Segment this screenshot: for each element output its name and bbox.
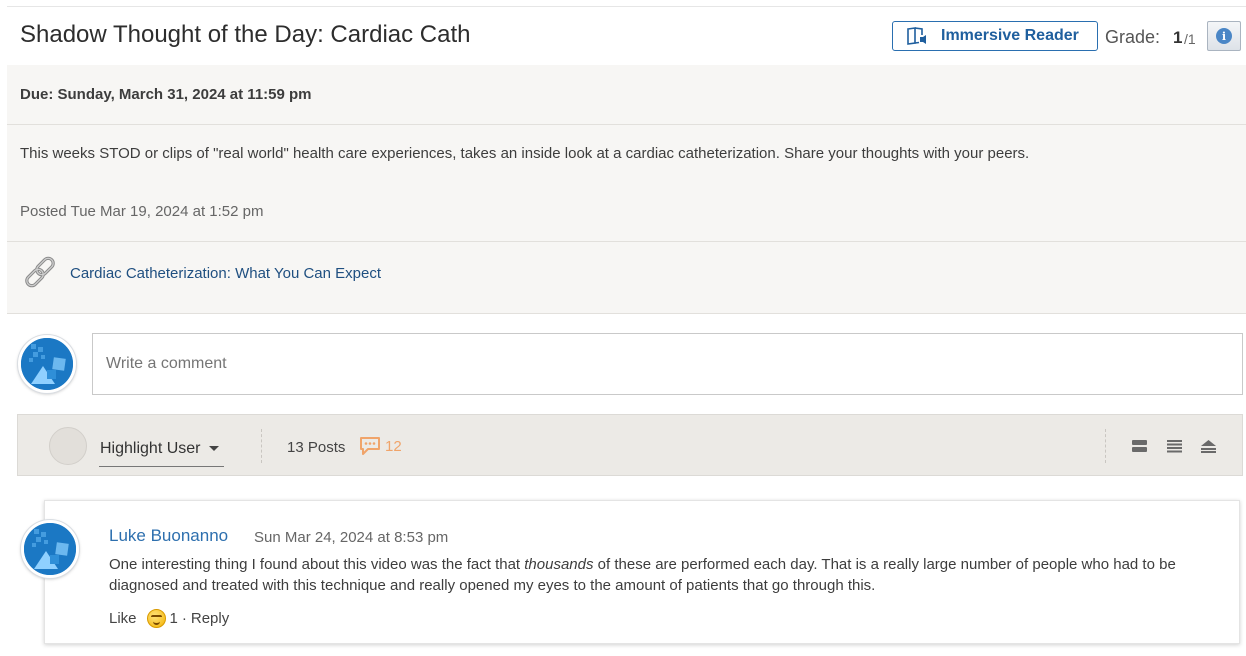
post-text: One interesting thing I found about this… bbox=[109, 556, 525, 573]
action-separator: · bbox=[181, 610, 187, 627]
unread-posts-button[interactable]: 12 bbox=[359, 436, 402, 456]
immersive-reader-icon bbox=[907, 27, 926, 45]
collapse-view-icon[interactable] bbox=[1201, 439, 1216, 453]
comment-input[interactable] bbox=[92, 333, 1243, 395]
grade-value: 1 bbox=[1173, 28, 1183, 47]
reaction-count: 1 bbox=[169, 610, 178, 627]
link-icon bbox=[25, 256, 55, 288]
immersive-reader-label: Immersive Reader bbox=[941, 27, 1079, 44]
smiley-reaction-icon[interactable] bbox=[146, 609, 166, 628]
threaded-view-icon[interactable] bbox=[1132, 439, 1147, 453]
topic-header: Shadow Thought of the Day: Cardiac Cath … bbox=[7, 6, 1246, 65]
post-author[interactable]: Luke Buonanno bbox=[109, 526, 228, 546]
post-body: One interesting thing I found about this… bbox=[109, 554, 1189, 596]
reply-post: Luke Buonanno Sun Mar 24, 2024 at 8:53 p… bbox=[44, 500, 1240, 644]
like-button[interactable]: Like bbox=[109, 610, 137, 627]
info-icon: i bbox=[1216, 28, 1232, 44]
topic-description: This weeks STOD or clips of "real world"… bbox=[20, 145, 1030, 162]
unread-count: 12 bbox=[385, 437, 402, 455]
grade-label: Grade: bbox=[1105, 27, 1161, 47]
highlight-user-label: Highlight User bbox=[100, 440, 201, 457]
caret-down-icon bbox=[209, 446, 220, 452]
post-author-avatar bbox=[21, 520, 79, 578]
reply-button[interactable]: Reply bbox=[191, 610, 229, 627]
highlight-user-dropdown[interactable]: Highlight User bbox=[99, 434, 224, 467]
list-view-icon[interactable] bbox=[1167, 439, 1182, 453]
topic-details: Due: Sunday, March 31, 2024 at 11:59 pm … bbox=[7, 65, 1246, 313]
divider bbox=[7, 313, 1246, 314]
grade-info-button[interactable]: i bbox=[1207, 21, 1241, 51]
divider bbox=[7, 124, 1246, 125]
post-actions: Like 1 · Reply bbox=[109, 609, 229, 628]
highlight-user-avatar bbox=[49, 427, 87, 465]
page-title: Shadow Thought of the Day: Cardiac Cath bbox=[20, 21, 471, 48]
post-timestamp: Sun Mar 24, 2024 at 8:53 pm bbox=[254, 529, 449, 546]
post-text-emphasis: thousands bbox=[524, 556, 594, 573]
avatar-pattern-icon bbox=[21, 338, 73, 390]
discussion-toolbar: Highlight User 13 Posts 12 bbox=[17, 414, 1243, 476]
immersive-reader-button[interactable]: Immersive Reader bbox=[892, 21, 1098, 51]
attachment-link[interactable]: Cardiac Catheterization: What You Can Ex… bbox=[70, 265, 381, 282]
divider bbox=[1105, 429, 1106, 463]
divider bbox=[7, 241, 1246, 242]
divider bbox=[261, 429, 262, 463]
grade-out-of: /1 bbox=[1184, 31, 1196, 47]
speech-bubble-icon bbox=[360, 437, 380, 455]
current-user-avatar bbox=[18, 335, 76, 393]
due-date: Due: Sunday, March 31, 2024 at 11:59 pm bbox=[20, 86, 312, 103]
posts-count: 13 Posts bbox=[287, 439, 346, 456]
posted-date: Posted Tue Mar 19, 2024 at 1:52 pm bbox=[20, 203, 264, 220]
